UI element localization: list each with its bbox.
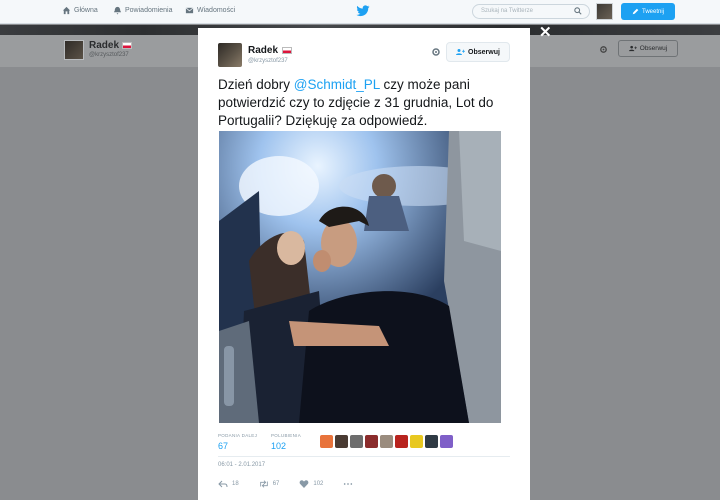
poland-flag-icon <box>282 47 293 54</box>
nav-messages-label: Wiadomości <box>197 7 236 14</box>
mention-link[interactable]: @Schmidt_PL <box>294 77 380 92</box>
divider <box>218 456 510 457</box>
reply-count: 18 <box>232 481 239 487</box>
tweet-permalink-card: Radek @krzysztof237 Obserwuj Dzień dobry… <box>198 28 530 500</box>
follow-button[interactable]: Obserwuj <box>446 42 510 62</box>
profile-name[interactable]: Radek <box>89 40 133 51</box>
more-button[interactable] <box>343 479 353 489</box>
retweets-value: 67 <box>218 441 229 451</box>
tweet-button[interactable]: Tweetnij <box>621 3 675 20</box>
envelope-icon <box>185 7 194 14</box>
like-count: 102 <box>313 481 324 487</box>
tweet-timestamp[interactable]: 06:01 - 2.01.2017 <box>218 462 265 468</box>
gear-icon[interactable] <box>431 47 441 57</box>
tweet-text: Dzień dobry @Schmidt_PL czy może pani po… <box>218 76 518 130</box>
tweet-text-before: Dzień dobry <box>218 77 294 92</box>
author-name-text: Radek <box>248 45 279 56</box>
nav-home[interactable]: Główna <box>62 6 98 15</box>
compose-icon <box>632 8 639 15</box>
author-handle[interactable]: @krzysztof237 <box>248 58 288 64</box>
tweet-actions: 18 67 102 <box>218 479 373 489</box>
airplane-cabin-photo <box>219 131 501 423</box>
liker-avatar[interactable] <box>410 435 423 448</box>
tweet-photo[interactable] <box>219 131 501 423</box>
top-navigation-bar: Główna Powiadomienia Wiadomości Szukaj n… <box>0 0 720 24</box>
profile-name-text: Radek <box>89 40 120 51</box>
add-user-icon <box>628 45 637 52</box>
liker-avatar[interactable] <box>425 435 438 448</box>
follow-button-label: Obserwuj <box>468 48 500 56</box>
retweet-icon <box>259 480 268 488</box>
profile-follow-button[interactable]: Obserwuj <box>618 40 678 57</box>
nav-notifications-label: Powiadomienia <box>125 7 173 14</box>
gear-icon[interactable] <box>599 45 608 54</box>
heart-icon <box>300 480 309 488</box>
search-input[interactable]: Szukaj na Twitterze <box>472 4 590 19</box>
liker-avatar[interactable] <box>320 435 333 448</box>
liker-avatar[interactable] <box>365 435 378 448</box>
profile-avatar[interactable] <box>64 40 84 60</box>
author-name[interactable]: Radek <box>248 45 293 56</box>
retweet-button[interactable]: 67 <box>259 479 280 489</box>
bell-icon <box>113 6 122 15</box>
twitter-bird-icon[interactable] <box>356 5 370 17</box>
retweet-count: 67 <box>272 481 280 487</box>
retweets-stat[interactable]: PODANIA DALEJ 67 <box>218 433 257 451</box>
nav-notifications[interactable]: Powiadomienia <box>113 6 172 15</box>
user-avatar[interactable] <box>596 3 613 20</box>
reply-icon <box>218 480 228 488</box>
home-icon <box>62 6 71 15</box>
nav-messages[interactable]: Wiadomości <box>185 6 235 15</box>
likes-stat[interactable]: POLUBIENIA 102 <box>271 433 301 451</box>
liker-avatar[interactable] <box>440 435 453 448</box>
tweet-button-label: Tweetnij <box>641 8 664 15</box>
reply-button[interactable]: 18 <box>218 479 239 489</box>
like-button[interactable]: 102 <box>299 479 323 489</box>
poland-flag-icon <box>122 42 133 49</box>
more-icon <box>344 483 353 485</box>
liker-avatar[interactable] <box>380 435 393 448</box>
liker-avatars <box>320 435 453 448</box>
author-avatar[interactable] <box>218 43 242 67</box>
search-icon[interactable] <box>574 7 582 15</box>
liker-avatar[interactable] <box>335 435 348 448</box>
profile-handle: @krzysztof237 <box>89 52 129 58</box>
profile-follow-label: Obserwuj <box>639 45 668 52</box>
liker-avatar[interactable] <box>350 435 363 448</box>
close-icon[interactable]: ✕ <box>539 25 552 40</box>
add-user-icon <box>456 49 466 55</box>
likes-label: POLUBIENIA <box>271 433 302 438</box>
nav-home-label: Główna <box>74 7 98 14</box>
liker-avatar[interactable] <box>395 435 408 448</box>
retweets-label: PODANIA DALEJ <box>218 433 258 438</box>
likes-value: 102 <box>271 441 287 451</box>
